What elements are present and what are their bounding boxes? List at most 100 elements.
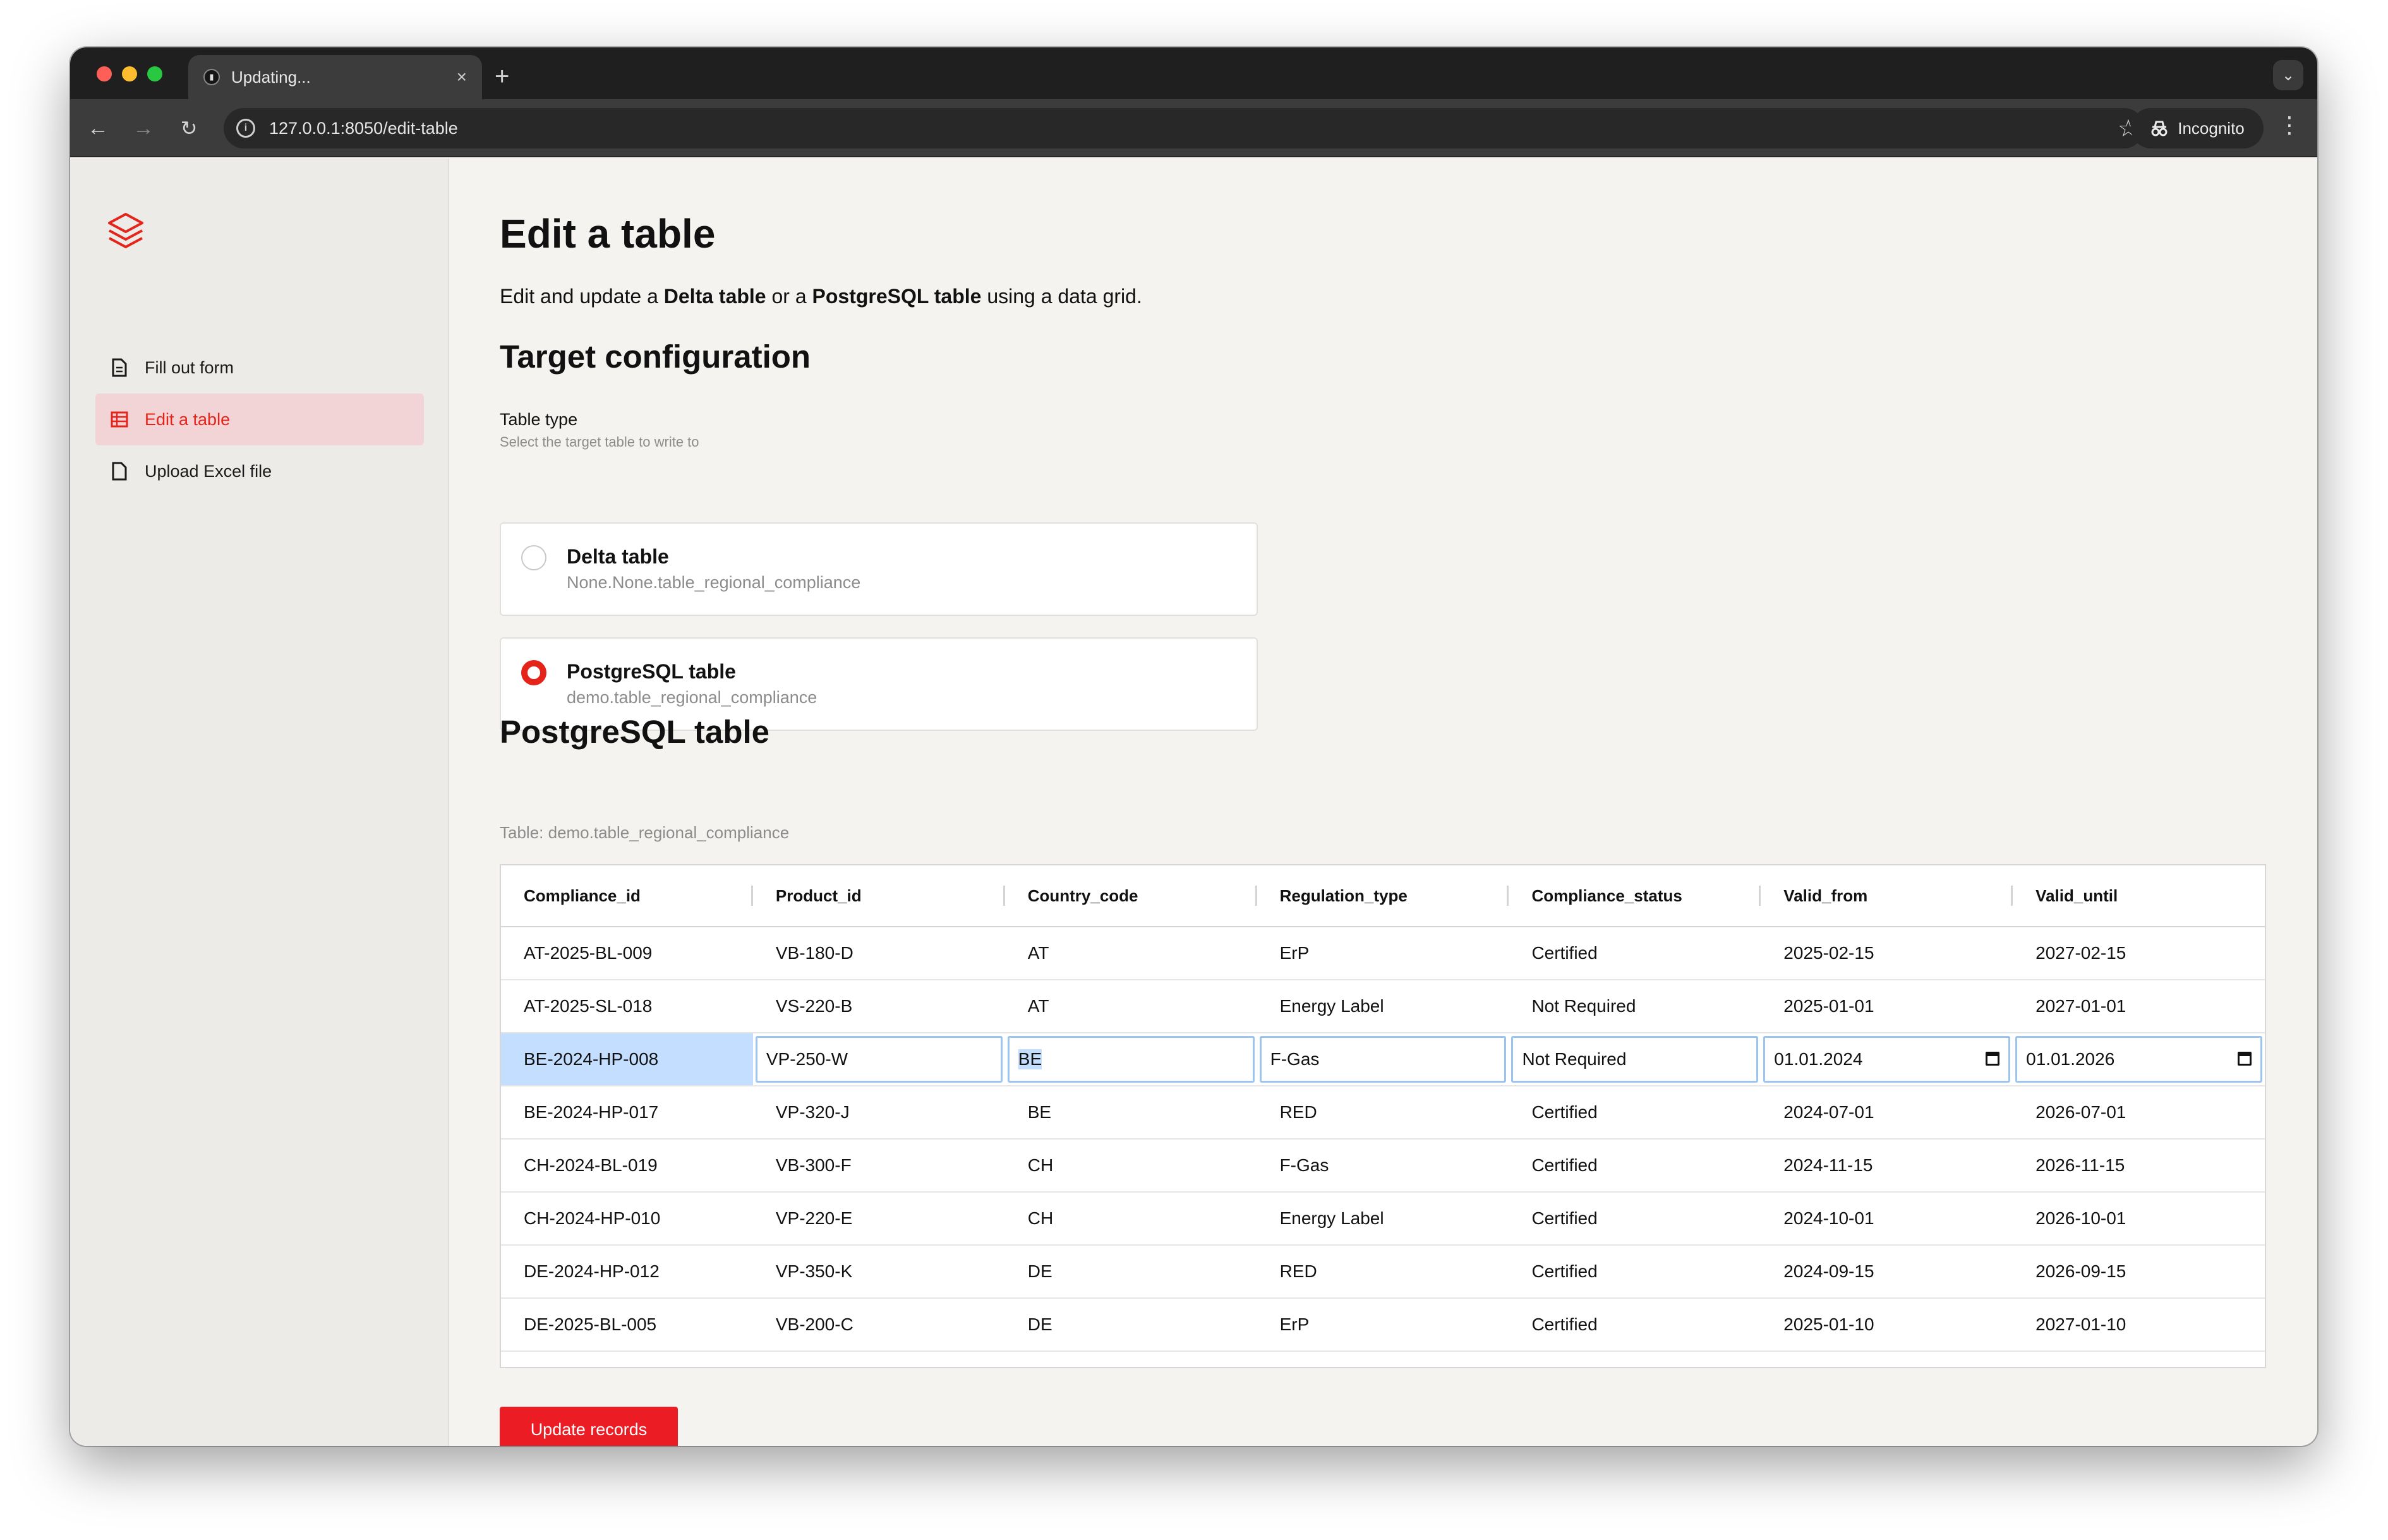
table-row-editing[interactable]: BE-2024-HP-008 VP-250-W BE F-Gas Not Req… xyxy=(501,1033,2265,1086)
grid-cell[interactable]: ErP xyxy=(1257,1299,1509,1351)
grid-cell[interactable]: Certified xyxy=(1509,1246,1761,1297)
compliance-status-input[interactable]: Not Required xyxy=(1511,1036,1759,1083)
grid-cell[interactable]: 2024-11-15 xyxy=(1761,1140,2013,1191)
browser-tab[interactable]: ▮ Updating... × xyxy=(188,55,482,99)
grid-cell[interactable]: ErP xyxy=(1257,927,1509,979)
grid-cell[interactable]: 2027-02-15 xyxy=(2013,927,2265,979)
grid-cell[interactable]: Certified xyxy=(1509,1299,1761,1351)
grid-cell[interactable]: AT-2025-SL-018 xyxy=(501,980,753,1032)
grid-cell[interactable]: Energy Label xyxy=(1257,980,1509,1032)
grid-cell[interactable]: VP-220-E xyxy=(753,1193,1005,1244)
grid-cell[interactable]: BE xyxy=(1005,1086,1257,1138)
table-row[interactable]: BE-2024-HP-017 VP-320-J BE RED Certified… xyxy=(501,1086,2265,1140)
column-header[interactable]: Regulation_type xyxy=(1257,865,1509,926)
calendar-icon[interactable] xyxy=(2237,1052,2252,1066)
grid-cell[interactable]: Not Required xyxy=(1509,980,1761,1032)
maximize-window-button[interactable] xyxy=(147,66,162,81)
grid-cell[interactable]: RED xyxy=(1257,1086,1509,1138)
grid-cell[interactable]: 2027-01-10 xyxy=(2013,1299,2265,1351)
data-grid[interactable]: Compliance_id Product_id Country_code Re… xyxy=(500,864,2266,1368)
grid-cell[interactable]: 2024-07-01 xyxy=(1761,1086,2013,1138)
forward-arrow-icon[interactable]: → xyxy=(128,113,159,143)
close-window-button[interactable] xyxy=(97,66,112,81)
back-arrow-icon[interactable]: ← xyxy=(83,113,113,143)
grid-cell[interactable]: Certified xyxy=(1509,1086,1761,1138)
grid-cell[interactable]: 2024-10-01 xyxy=(1761,1193,2013,1244)
grid-cell-editor[interactable]: VP-250-W xyxy=(753,1033,1005,1085)
grid-cell-editor[interactable]: F-Gas xyxy=(1257,1033,1509,1085)
grid-cell[interactable]: BE-2024-HP-017 xyxy=(501,1086,753,1138)
tab-close-icon[interactable]: × xyxy=(457,67,467,87)
grid-cell[interactable]: VS-220-B xyxy=(753,980,1005,1032)
grid-cell-editor[interactable]: 01.01.2026 xyxy=(2013,1033,2265,1085)
grid-cell[interactable]: 2025-01-01 xyxy=(1761,980,2013,1032)
grid-cell[interactable]: CH xyxy=(1005,1193,1257,1244)
tab-search-chevron-icon[interactable]: ⌄ xyxy=(2273,60,2303,90)
grid-cell[interactable]: CH-2024-BL-019 xyxy=(501,1140,753,1191)
grid-cell[interactable]: 2026-10-01 xyxy=(2013,1193,2265,1244)
grid-cell[interactable]: 2026-09-15 xyxy=(2013,1246,2265,1297)
address-bar[interactable]: i 127.0.0.1:8050/edit-table ☆ xyxy=(224,108,2144,148)
grid-cell[interactable]: AT-2025-BL-009 xyxy=(501,927,753,979)
reload-icon[interactable]: ↻ xyxy=(174,113,204,143)
option-delta-table[interactable]: Delta table None.None.table_regional_com… xyxy=(500,522,1258,616)
table-row[interactable]: AT-2025-SL-018 VS-220-B AT Energy Label … xyxy=(501,980,2265,1033)
grid-cell[interactable]: F-Gas xyxy=(1257,1140,1509,1191)
grid-cell-editor[interactable]: 01.01.2024 xyxy=(1761,1033,2013,1085)
grid-cell[interactable]: CH xyxy=(1005,1140,1257,1191)
column-header[interactable]: Compliance_id xyxy=(501,865,753,926)
grid-cell-selected[interactable]: BE-2024-HP-008 xyxy=(501,1033,753,1085)
grid-cell[interactable]: Energy Label xyxy=(1257,1193,1509,1244)
sidebar-item-upload-excel-file[interactable]: Upload Excel file xyxy=(95,445,424,497)
grid-cell[interactable]: VB-180-D xyxy=(753,927,1005,979)
column-header[interactable]: Product_id xyxy=(753,865,1005,926)
table-row[interactable]: DE-2025-BL-005 VB-200-C DE ErP Certified… xyxy=(501,1299,2265,1352)
grid-cell[interactable]: 2026-11-15 xyxy=(2013,1140,2265,1191)
grid-cell[interactable]: AT xyxy=(1005,980,1257,1032)
table-row[interactable]: CH-2024-BL-019 VB-300-F CH F-Gas Certifi… xyxy=(501,1140,2265,1193)
grid-cell[interactable]: DE xyxy=(1005,1246,1257,1297)
table-row[interactable]: DE-2024-HP-012 VP-350-K DE RED Certified… xyxy=(501,1246,2265,1299)
delta-radio-button[interactable] xyxy=(521,545,546,570)
grid-cell[interactable]: Certified xyxy=(1509,1193,1761,1244)
grid-cell[interactable]: 2027-01-01 xyxy=(2013,980,2265,1032)
grid-cell[interactable]: RED xyxy=(1257,1246,1509,1297)
update-records-button[interactable]: Update records xyxy=(500,1407,678,1446)
regulation-type-input[interactable]: F-Gas xyxy=(1259,1036,1507,1083)
grid-cell-editor[interactable]: Not Required xyxy=(1509,1033,1761,1085)
table-row[interactable]: AT-2025-BL-009 VB-180-D AT ErP Certified… xyxy=(501,927,2265,980)
grid-cell[interactable]: CH-2024-HP-010 xyxy=(501,1193,753,1244)
column-header[interactable]: Valid_from xyxy=(1761,865,2013,926)
new-tab-button[interactable]: + xyxy=(495,57,509,95)
grid-cell[interactable]: 2026-07-01 xyxy=(2013,1086,2265,1138)
grid-cell[interactable]: Certified xyxy=(1509,927,1761,979)
table-row[interactable]: CH-2024-HP-010 VP-220-E CH Energy Label … xyxy=(501,1193,2265,1246)
browser-menu-icon[interactable]: ⋮ xyxy=(2278,112,2301,138)
sidebar-item-edit-a-table[interactable]: Edit a table xyxy=(95,394,424,445)
postgresql-radio-button[interactable] xyxy=(521,660,546,685)
grid-cell-editor[interactable]: BE xyxy=(1005,1033,1257,1085)
grid-cell[interactable]: AT xyxy=(1005,927,1257,979)
grid-cell[interactable]: DE-2025-BL-005 xyxy=(501,1299,753,1351)
valid-from-date-input[interactable]: 01.01.2024 xyxy=(1763,1036,2011,1083)
grid-cell[interactable]: VP-350-K xyxy=(753,1246,1005,1297)
valid-until-date-input[interactable]: 01.01.2026 xyxy=(2015,1036,2262,1083)
column-header[interactable]: Country_code xyxy=(1005,865,1257,926)
incognito-badge[interactable]: Incognito xyxy=(2131,108,2264,148)
grid-cell[interactable]: DE xyxy=(1005,1299,1257,1351)
grid-cell[interactable]: DE-2024-HP-012 xyxy=(501,1246,753,1297)
grid-cell[interactable]: 2025-02-15 xyxy=(1761,927,2013,979)
site-info-icon[interactable]: i xyxy=(236,119,255,138)
calendar-icon[interactable] xyxy=(1986,1052,2000,1066)
grid-cell[interactable]: VB-300-F xyxy=(753,1140,1005,1191)
column-header[interactable]: Compliance_status xyxy=(1509,865,1761,926)
grid-cell[interactable]: 2025-01-10 xyxy=(1761,1299,2013,1351)
grid-cell[interactable]: 2024-09-15 xyxy=(1761,1246,2013,1297)
country-code-input[interactable]: BE xyxy=(1007,1036,1255,1083)
grid-cell[interactable]: VP-320-J xyxy=(753,1086,1005,1138)
sidebar-item-fill-out-form[interactable]: Fill out form xyxy=(95,342,424,394)
product-id-input[interactable]: VP-250-W xyxy=(755,1036,1003,1083)
minimize-window-button[interactable] xyxy=(122,66,137,81)
grid-cell[interactable]: VB-200-C xyxy=(753,1299,1005,1351)
column-header[interactable]: Valid_until xyxy=(2013,865,2265,926)
